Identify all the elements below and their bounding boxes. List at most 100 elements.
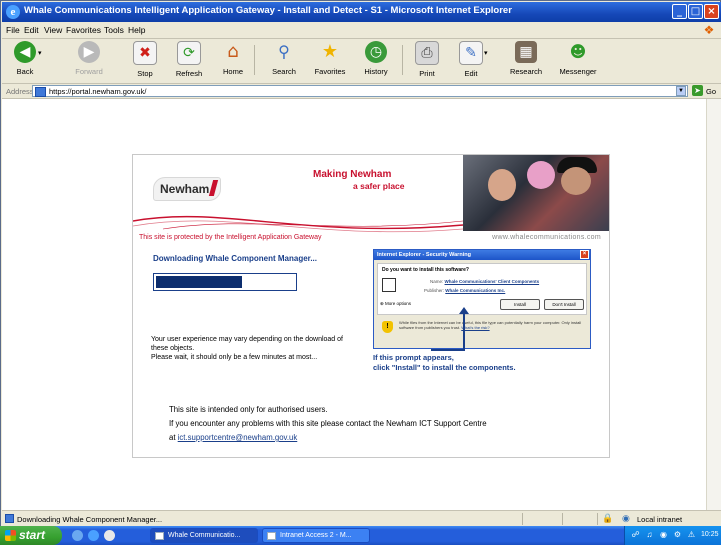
window-title: Whale Communications Intelligent Applica… xyxy=(24,5,512,16)
taskbar-window-intranet[interactable]: Intranet Access 2 - M... xyxy=(262,528,370,543)
dialog-question: Do you want to install this software? xyxy=(382,267,469,273)
edit-dropdown-icon[interactable]: ▾ xyxy=(484,49,488,57)
stop-icon: ✖ xyxy=(133,41,157,65)
slogan-line1: Making Newham xyxy=(313,169,392,180)
page-loading-icon xyxy=(5,514,14,523)
address-url[interactable]: https://portal.newham.gov.uk/ xyxy=(49,87,146,96)
forward-button[interactable]: ▶ Forward xyxy=(74,41,104,76)
print-button[interactable]: ⎙ Print xyxy=(414,41,440,78)
research-button[interactable]: ▦ Research xyxy=(508,41,544,76)
system-tray: ☍ ♫ ◉ ⚙ ⚠ 10:25 xyxy=(624,526,721,545)
authorised-users-notice: This site is intended only for authorise… xyxy=(169,405,487,442)
portal-panel: Newham Making Newham a safer place This … xyxy=(132,154,610,458)
network-icon[interactable]: ☍ xyxy=(631,530,640,540)
menu-tools[interactable]: Tools xyxy=(104,25,124,35)
antivirus-icon[interactable]: ◉ xyxy=(659,530,668,540)
ie-quicklaunch-icon[interactable] xyxy=(88,530,99,541)
windows-logo-icon: ❖ xyxy=(703,23,715,37)
windows-flag-icon xyxy=(5,530,16,541)
lock-icon[interactable]: 🔒 xyxy=(602,513,613,523)
banner: Newham Making Newham a safer place xyxy=(133,155,609,233)
vertical-scrollbar[interactable] xyxy=(706,99,721,510)
edit-button[interactable]: ✎ Edit ▾ xyxy=(458,41,488,78)
dialog-name-link: Whale Communications' Client Components xyxy=(444,279,540,284)
printer-icon: ⎙ xyxy=(415,41,439,65)
back-arrow-icon: ◀ xyxy=(14,41,36,63)
back-button[interactable]: ◀ Back ▾ xyxy=(12,41,42,76)
go-button[interactable]: Go xyxy=(706,87,716,96)
media-quicklaunch-icon[interactable] xyxy=(104,530,115,541)
support-email-link[interactable]: ict.supportcentre@newham.gov.uk xyxy=(178,433,298,442)
menu-favorites[interactable]: Favorites xyxy=(66,25,101,35)
address-label: Address xyxy=(6,87,34,96)
dialog-title: Internet Explorer - Security Warning × xyxy=(374,250,590,260)
menu-view[interactable]: View xyxy=(44,25,62,35)
install-button: Install xyxy=(500,299,540,310)
standard-toolbar: ◀ Back ▾ ▶ Forward ✖ Stop ⟳ Refresh ⌂ Ho… xyxy=(2,39,721,84)
clock[interactable]: 10:25 xyxy=(701,531,719,538)
download-message: Your user experience may vary depending … xyxy=(151,336,343,361)
toolbar-separator xyxy=(402,45,403,75)
favorites-button[interactable]: ★ Favorites xyxy=(312,41,348,76)
address-dropdown-icon[interactable]: ▼ xyxy=(676,86,686,96)
newham-logo: Newham xyxy=(153,177,221,201)
search-icon: ⚲ xyxy=(278,42,290,61)
start-button[interactable]: start xyxy=(0,526,62,545)
windows-taskbar: start Whale Communicatio... Intranet Acc… xyxy=(0,526,721,545)
dialog-close-icon: × xyxy=(580,250,589,259)
go-arrow-icon[interactable]: ➤ xyxy=(692,85,703,96)
refresh-icon: ⟳ xyxy=(177,41,201,65)
dont-install-button: Don't Install xyxy=(544,299,584,310)
more-options: ⊕ More options xyxy=(380,301,412,306)
intranet-zone-icon[interactable]: ◉ xyxy=(622,513,634,523)
protected-notice: This site is protected by the Intelligen… xyxy=(139,234,322,241)
home-icon: ⌂ xyxy=(227,41,239,62)
internet-explorer-icon[interactable]: e xyxy=(6,5,20,19)
security-zone[interactable]: Local intranet xyxy=(637,515,682,524)
browser-window: e Whale Communications Intelligent Appli… xyxy=(0,0,721,545)
address-input[interactable]: https://portal.newham.gov.uk/ ▼ xyxy=(32,85,688,97)
downloading-heading: Downloading Whale Component Manager... xyxy=(153,254,318,263)
slogan-line2: a safer place xyxy=(353,181,405,191)
forward-arrow-icon: ▶ xyxy=(78,41,100,63)
messenger-buddy-icon: ☻ xyxy=(569,42,587,61)
dialog-publisher-link: Whale Communications Inc. xyxy=(445,288,506,293)
close-button[interactable]: × xyxy=(704,4,719,19)
taskbar-window-whale[interactable]: Whale Communicatio... xyxy=(150,528,258,543)
ie-window-icon xyxy=(155,532,164,540)
warning-shield-icon: ! xyxy=(382,321,393,333)
edit-page-icon: ✎ xyxy=(459,41,483,65)
menu-bar: File Edit View Favorites Tools Help ❖ xyxy=(2,22,721,39)
whale-website-text: www.whalecommunications.com xyxy=(492,234,601,241)
toolbar-separator xyxy=(254,45,255,75)
messenger-button[interactable]: ☻ Messenger xyxy=(558,41,598,76)
banner-photo xyxy=(463,155,609,231)
history-clock-icon: ◷ xyxy=(365,41,387,63)
title-bar[interactable]: e Whale Communications Intelligent Appli… xyxy=(2,2,721,22)
menu-edit[interactable]: Edit xyxy=(24,25,39,35)
menu-help[interactable]: Help xyxy=(128,25,145,35)
favorites-star-icon: ★ xyxy=(321,41,339,62)
alert-icon[interactable]: ⚠ xyxy=(687,530,696,540)
search-button[interactable]: ⚲ Search xyxy=(268,41,300,76)
status-text: Downloading Whale Component Manager... xyxy=(17,515,163,524)
page-content: Newham Making Newham a safer place This … xyxy=(2,99,706,510)
home-button[interactable]: ⌂ Home xyxy=(220,41,246,76)
download-progress-bar xyxy=(153,273,297,291)
volume-icon[interactable]: ♫ xyxy=(645,530,654,540)
maximize-button[interactable]: □ xyxy=(688,4,703,19)
address-bar: Address https://portal.newham.gov.uk/ ▼ … xyxy=(2,84,721,99)
page-icon xyxy=(35,87,46,97)
dialog-warning: ! While files from the Internet can be u… xyxy=(377,314,585,345)
show-desktop-icon[interactable] xyxy=(72,530,83,541)
history-button[interactable]: ◷ History xyxy=(360,41,392,76)
ie-window-icon xyxy=(267,532,276,540)
progress-fill xyxy=(156,276,242,288)
sync-icon[interactable]: ⚙ xyxy=(673,530,682,540)
research-books-icon: ▦ xyxy=(515,41,537,63)
back-dropdown-icon[interactable]: ▾ xyxy=(38,49,42,57)
minimize-button[interactable]: _ xyxy=(672,4,687,19)
stop-button[interactable]: ✖ Stop xyxy=(132,41,158,78)
refresh-button[interactable]: ⟳ Refresh xyxy=(174,41,204,78)
menu-file[interactable]: File xyxy=(6,25,20,35)
